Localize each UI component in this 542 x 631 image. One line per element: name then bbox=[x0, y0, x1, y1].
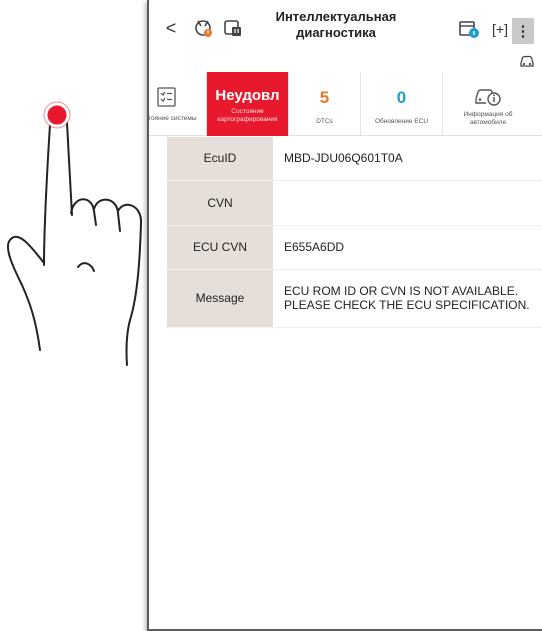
ecu-info-button[interactable] bbox=[457, 18, 481, 40]
table-row: Message ECU ROM ID OR CVN IS NOT AVAILAB… bbox=[167, 269, 542, 328]
top-bar: < Интеллектуальная диагностика [+] ⋮ bbox=[149, 0, 542, 67]
tab-system-status[interactable]: Состояние системы bbox=[148, 72, 207, 136]
tablet-screen: < Интеллектуальная диагностика [+] ⋮ тоя… bbox=[147, 0, 542, 631]
tab-vehicle-info[interactable]: Информация об автомобиле bbox=[443, 72, 533, 136]
row-key: CVN bbox=[167, 180, 273, 226]
table-row: CVN bbox=[167, 180, 542, 226]
tab-caption: Состояние картографирования bbox=[217, 108, 278, 123]
car-info-icon bbox=[475, 89, 501, 106]
row-value bbox=[273, 180, 542, 226]
row-value: ECU ROM ID OR CVN IS NOT AVAILABLE. PLEA… bbox=[273, 269, 542, 328]
diagnostic-stethoscope-icon bbox=[195, 20, 212, 37]
tab-caption: Обновление ECU bbox=[374, 118, 429, 125]
expand-button[interactable]: [+] bbox=[488, 18, 512, 40]
ecu-update-count: 0 bbox=[396, 88, 407, 107]
mapping-status-value: Неудовл bbox=[215, 87, 280, 104]
hand-tap-illustration bbox=[6, 101, 143, 366]
page-title: Интеллектуальная диагностика bbox=[275, 9, 397, 40]
expand-icon: [+] bbox=[492, 21, 508, 37]
chevron-left-icon: < bbox=[165, 17, 177, 38]
status-tabs: Состояние системы Неудовл Состояние карт… bbox=[149, 72, 542, 136]
row-key: Message bbox=[167, 269, 273, 328]
calendar-info-icon bbox=[459, 21, 479, 38]
more-vertical-icon: ⋮ bbox=[515, 23, 531, 40]
vehicle-connect-button[interactable] bbox=[222, 16, 244, 40]
vehicle-plug-icon bbox=[224, 20, 241, 36]
more-menu-button[interactable]: ⋮ bbox=[512, 18, 534, 44]
checklist-icon bbox=[156, 87, 176, 107]
tab-dtcs[interactable]: 5 DTCs bbox=[289, 72, 361, 136]
vehicle-status-icon bbox=[519, 54, 535, 68]
ecu-details-table: EcuID MBD-JDU06Q601T0A CVN ECU CVN E655A… bbox=[167, 137, 542, 328]
row-key: ECU CVN bbox=[167, 225, 273, 270]
row-value: MBD-JDU06Q601T0A bbox=[273, 137, 542, 181]
dtc-count: 5 bbox=[319, 88, 330, 107]
row-value: E655A6DD bbox=[273, 225, 542, 270]
back-button[interactable]: < bbox=[163, 18, 179, 38]
tab-caption: Состояние системы bbox=[148, 115, 197, 122]
tab-caption: Информация об автомобиле bbox=[463, 111, 513, 126]
tab-mapping-status[interactable]: Неудовл Состояние картографирования bbox=[207, 72, 289, 136]
table-row: ECU CVN E655A6DD bbox=[167, 225, 542, 270]
touch-point-icon bbox=[44, 102, 70, 128]
tab-ecu-update[interactable]: 0 Обновление ECU bbox=[361, 72, 443, 136]
diagnostic-button[interactable] bbox=[191, 16, 215, 40]
table-row: EcuID MBD-JDU06Q601T0A bbox=[167, 137, 542, 181]
row-key: EcuID bbox=[167, 137, 273, 181]
tab-caption: DTCs bbox=[316, 118, 333, 125]
